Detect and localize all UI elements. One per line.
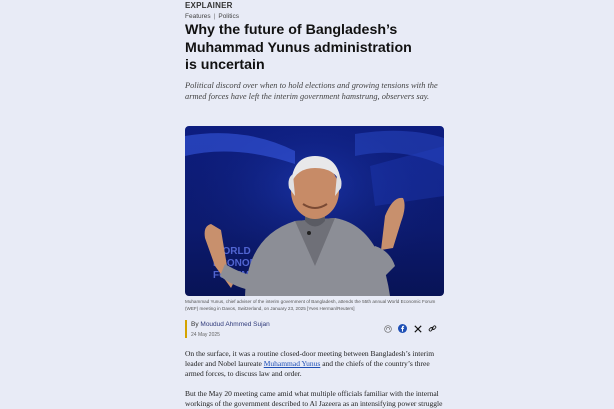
hero-photo: WORLD ECONOMIC FORUM xyxy=(185,126,444,296)
publish-date: 24 May 2025 xyxy=(191,332,220,338)
hero-image: WORLD ECONOMIC FORUM xyxy=(185,126,444,296)
headphones-icon[interactable] xyxy=(383,324,392,333)
byline-text: By Moudud Ahmmed Sujan xyxy=(191,321,270,328)
yunus-link[interactable]: Muhammad Yunus xyxy=(264,359,321,368)
breadcrumb: Features | Politics xyxy=(185,13,239,20)
breadcrumb-features[interactable]: Features xyxy=(185,13,211,20)
article-dek: Political discord over when to hold elec… xyxy=(185,81,438,102)
page-title: Why the future of Bangladesh’s Muhammad … xyxy=(185,22,412,73)
link-icon[interactable] xyxy=(428,324,437,333)
article-kicker: EXPLAINER xyxy=(185,1,233,10)
image-caption: Muhammad Yunus, chief adviser of the int… xyxy=(185,299,436,311)
byline-prefix: By xyxy=(191,321,199,328)
x-icon[interactable] xyxy=(413,324,422,333)
author-link[interactable]: Moudud Ahmmed Sujan xyxy=(200,321,269,328)
breadcrumb-politics[interactable]: Politics xyxy=(218,13,239,20)
article-paragraph-2: But the May 20 meeting came amid what mu… xyxy=(185,389,443,408)
byline-accent-bar xyxy=(185,320,187,338)
share-bar xyxy=(383,324,437,333)
byline: By Moudud Ahmmed Sujan 24 May 2025 xyxy=(185,319,445,341)
article-paragraph-1: On the surface, it was a routine closed-… xyxy=(185,349,447,379)
facebook-icon[interactable] xyxy=(398,324,407,333)
